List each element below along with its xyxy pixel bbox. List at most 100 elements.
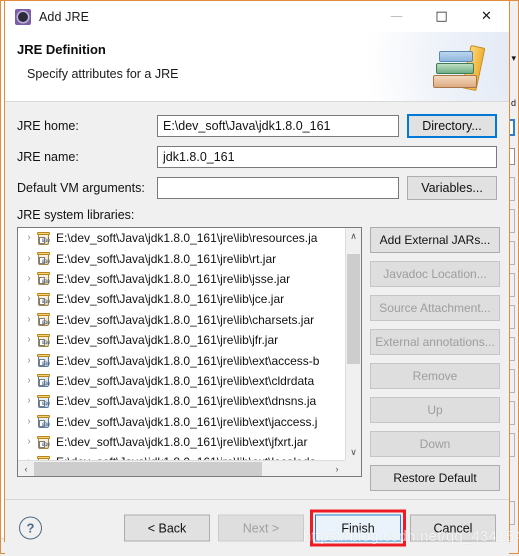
tree-row[interactable]: ›010 E:\dev_soft\Java\jdk1.8.0_161\jre\li… [18,432,345,452]
close-icon: ✕ [481,9,492,24]
jar-icon: 010 [36,271,51,286]
vm-arguments-label: Default VM arguments: [17,181,145,195]
scroll-down-icon[interactable]: ∨ [346,444,361,460]
add-external-jars-button[interactable]: Add External JARs... [370,227,500,253]
tree-row-label: E:\dev_soft\Java\jdk1.8.0_161\jre\lib\ch… [56,312,315,327]
jre-name-input[interactable]: jdk1.8.0_161 [157,146,497,168]
tree-rows: › 010 E:\dev_soft\Java\jdk1.8.0_161\jre\li… [18,228,345,460]
tree-row[interactable]: ›010 E:\dev_soft\Java\jdk1.8.0_161\jre\li… [18,371,345,391]
book-tan [433,75,477,88]
scroll-up-icon[interactable]: ∧ [346,228,361,244]
dialog-titlebar: Add JRE — □ ✕ [5,1,509,32]
chevron-right-icon[interactable]: › [22,396,36,406]
scroll-right-icon[interactable]: › [329,464,345,474]
cancel-button[interactable]: Cancel [410,514,496,542]
chevron-right-icon[interactable]: › [22,437,36,447]
tree-row-label: E:\dev_soft\Java\jdk1.8.0_161\jre\lib\ex… [56,435,308,450]
restore-default-button[interactable]: Restore Default [370,465,500,491]
tree-row[interactable]: ›010 E:\dev_soft\Java\jdk1.8.0_161\jre\li… [18,412,345,432]
chevron-right-icon[interactable]: › [22,416,36,427]
tree-row-label: E:\dev_soft\Java\jdk1.8.0_161\jre\lib\ex… [56,373,315,388]
maximize-button[interactable]: □ [419,1,464,32]
tree-row[interactable]: ›010 E:\dev_soft\Java\jdk1.8.0_161\jre\li… [18,269,345,289]
chevron-right-icon[interactable]: › [22,314,36,325]
vertical-scroll-thumb[interactable] [347,254,360,364]
tree-row-label: E:\dev_soft\Java\jdk1.8.0_161\jre\lib\rt… [56,251,277,266]
down-button: Down [370,431,500,457]
window-controls: — □ ✕ [374,1,509,32]
horizontal-scroll-thumb[interactable] [34,461,262,476]
jar-icon: 010 [36,231,51,246]
libraries-area: › 010 E:\dev_soft\Java\jdk1.8.0_161\jre\li… [17,227,500,499]
external-annotations-button: External annotations... [370,329,500,355]
tree-row[interactable]: ›010 E:\dev_soft\Java\jdk1.8.0_161\jre\li… [18,310,345,330]
dialog-header: JRE Definition Specify attributes for a … [5,32,509,102]
chevron-right-icon[interactable]: › [22,273,36,284]
tree-row[interactable]: ›010 E:\dev_soft\Java\jdk1.8.0_161\jre\li… [18,350,345,370]
jar-icon: 010 [36,394,51,409]
minimize-button[interactable]: — [374,1,419,32]
tree-row-label: E:\dev_soft\Java\jdk1.8.0_161\jre\lib\ex… [56,394,317,409]
jre-home-input[interactable]: E:\dev_soft\Java\jdk1.8.0_161 [157,115,399,137]
javadoc-location-button: Javadoc Location... [370,261,500,287]
dialog-footer: ? < Back Next > Finish Cancel [5,499,509,556]
jre-home-row: JRE home: E:\dev_soft\Java\jdk1.8.0_161 … [17,114,497,138]
jar-icon: 010 [36,333,51,348]
jre-name-label: JRE name: [17,150,79,164]
dialog-body: JRE home: E:\dev_soft\Java\jdk1.8.0_161 … [5,102,509,499]
jar-icon: 010 [36,353,51,368]
header-title: JRE Definition [17,42,106,57]
remove-button: Remove [370,363,500,389]
book-green [436,63,474,74]
background-text-fragment: d [510,98,516,108]
scroll-left-icon[interactable]: ‹ [18,464,34,474]
minimize-icon: — [390,9,403,24]
tree-row[interactable]: ›010E:\dev_soft\Java\jdk1.8.0_161\jre\li… [18,248,345,268]
variables-button[interactable]: Variables... [407,176,497,200]
next-button: Next > [218,514,304,542]
jre-name-row: JRE name: jdk1.8.0_161 [17,146,497,168]
chevron-right-icon[interactable]: › [22,294,36,304]
jre-home-label: JRE home: [17,119,79,133]
tree-row[interactable]: ›010 E:\dev_soft\Java\jdk1.8.0_161\jre\li… [18,330,345,350]
books-icon [433,40,495,96]
close-button[interactable]: ✕ [464,1,509,32]
horizontal-scrollbar[interactable]: ‹ › [18,460,345,476]
system-libraries-tree[interactable]: › 010 E:\dev_soft\Java\jdk1.8.0_161\jre\li… [17,227,362,477]
directory-button[interactable]: Directory... [407,114,497,138]
chevron-right-icon[interactable]: › [22,253,36,264]
tree-row[interactable]: ›010E:\dev_soft\Java\jdk1.8.0_161\jre\li… [18,452,345,460]
library-buttons: Add External JARs... Javadoc Location... S… [370,227,500,499]
tree-row-label: E:\dev_soft\Java\jdk1.8.0_161\jre\lib\jc… [56,292,285,307]
help-icon[interactable]: ? [19,516,42,540]
back-button[interactable]: < Back [124,514,210,542]
book-blue [439,51,473,62]
jar-icon: 010 [36,292,51,307]
system-libraries-label: JRE system libraries: [17,208,135,222]
tree-row[interactable]: ›010 E:\dev_soft\Java\jdk1.8.0_161\jre\li… [18,228,345,248]
tree-row-label: E:\dev_soft\Java\jdk1.8.0_161\jre\lib\js… [56,271,291,286]
chevron-right-icon[interactable]: › [22,233,36,243]
scrollbar-corner [345,460,361,476]
source-attachment-button: Source Attachment... [370,295,500,321]
add-jre-dialog: Add JRE — □ ✕ JRE Definition Specify att… [4,0,510,556]
chevron-right-icon[interactable]: › [22,335,36,345]
tree-row-label: E:\dev_soft\Java\jdk1.8.0_161\jre\lib\ex… [56,414,318,429]
tree-row-label: E:\dev_soft\Java\jdk1.8.0_161\jre\lib\re… [56,231,318,246]
vm-arguments-row: Default VM arguments: Variables... [17,176,497,200]
jar-icon: 010 [36,373,51,388]
maximize-icon: □ [435,9,448,24]
tree-row-label: E:\dev_soft\Java\jdk1.8.0_161\jre\lib\jf… [56,333,279,348]
tree-row[interactable]: ›010 E:\dev_soft\Java\jdk1.8.0_161\jre\li… [18,391,345,411]
jar-icon: 010 [36,312,51,327]
chevron-right-icon[interactable]: › [22,375,36,386]
chevron-right-icon[interactable]: › [22,355,36,366]
jar-icon: 010 [36,414,51,429]
tree-row[interactable]: ›010 E:\dev_soft\Java\jdk1.8.0_161\jre\li… [18,289,345,309]
vm-arguments-input[interactable] [157,177,399,199]
background-text-fragment: ▾ [511,53,516,63]
dialog-title: Add JRE [39,9,90,24]
tree-row-label: E:\dev_soft\Java\jdk1.8.0_161\jre\lib\ex… [56,353,320,368]
vertical-scrollbar[interactable]: ∧ ∨ [345,228,361,460]
jar-icon: 010 [36,435,51,450]
